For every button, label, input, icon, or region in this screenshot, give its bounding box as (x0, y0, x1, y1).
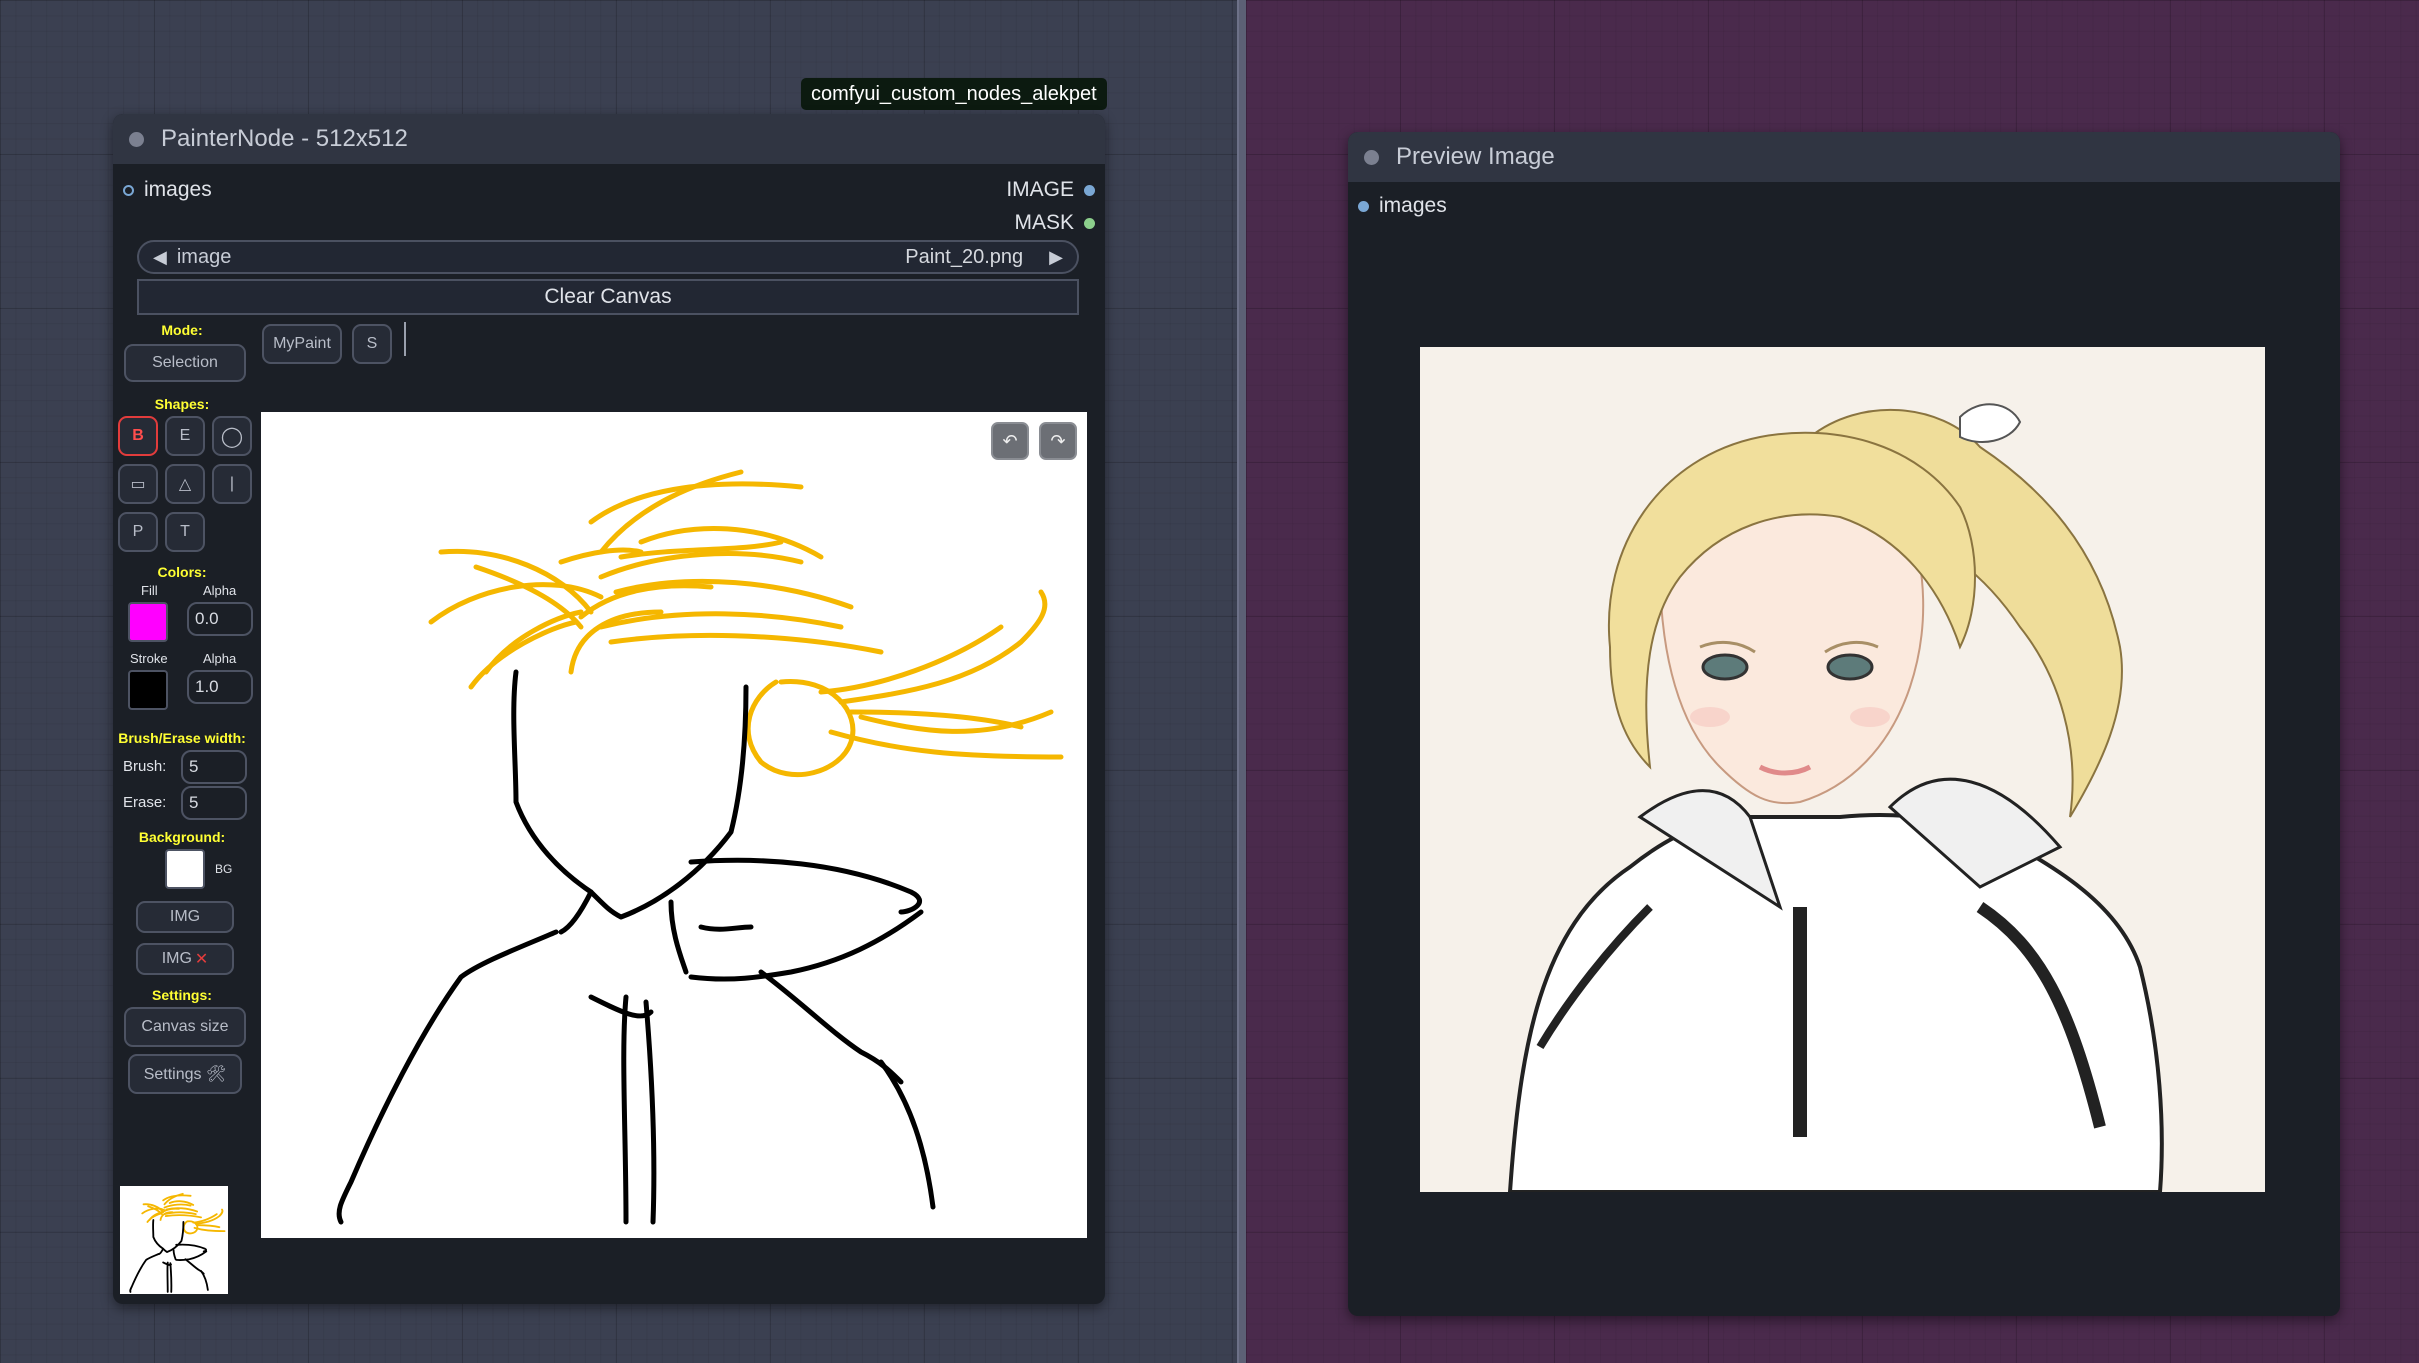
output-slot-dot[interactable] (1084, 184, 1095, 196)
combo-next-arrow[interactable]: ▶ (1049, 247, 1063, 268)
combo-label: image (176, 245, 232, 268)
settings-label: Settings: (152, 987, 212, 1003)
shape-triangle-button[interactable]: △ (165, 464, 205, 504)
stroke-alpha-label: Alpha (203, 651, 237, 666)
collapse-dot[interactable] (1364, 149, 1379, 165)
preview-image-node[interactable]: Preview Image images (1348, 132, 2340, 1316)
fill-alpha-label: Alpha (203, 583, 237, 598)
input-slot-images[interactable]: images (123, 178, 212, 202)
generated-portrait-image (1420, 347, 2265, 1194)
close-icon: ✕ (194, 951, 209, 968)
fill-alpha-input[interactable]: 0.0 (187, 602, 253, 636)
shape-path-button[interactable]: P (118, 512, 158, 552)
canvas-drawing (336, 469, 1064, 1225)
shape-circle-button[interactable]: ◯ (212, 416, 252, 456)
canvas-size-button[interactable]: Canvas size (124, 1007, 246, 1047)
combo-prev-arrow[interactable]: ◀ (153, 247, 167, 268)
mypaint-button[interactable]: MyPaint (262, 324, 342, 364)
remove-image-button[interactable]: IMG ✕ (136, 943, 234, 975)
image-combo-widget[interactable]: ◀ image Paint_20.png ▶ (137, 240, 1079, 274)
erase-width-input[interactable]: 5 (181, 786, 247, 820)
drawing-canvas[interactable]: ↶ ↷ (261, 412, 1087, 1238)
canvas-thumbnail (120, 1186, 228, 1294)
painter-node-header[interactable]: PainterNode - 512x512 (113, 114, 1105, 164)
clear-canvas-button[interactable]: Clear Canvas (137, 279, 1079, 315)
shapes-label: Shapes: (154, 396, 210, 412)
brush-width-input[interactable]: 5 (181, 750, 247, 784)
settings-button[interactable]: Settings 🛠 (128, 1054, 242, 1094)
output-slot-image[interactable]: IMAGE (1006, 178, 1095, 202)
shape-brush-button[interactable]: B (118, 416, 158, 456)
bg-label: BG (215, 862, 233, 876)
brush-width-label: Brush: (123, 758, 167, 775)
selection-mode-button[interactable]: Selection (124, 344, 246, 382)
generated-image (1420, 347, 2265, 1194)
toolbar-separator (404, 322, 406, 356)
combo-value: Paint_20.png (905, 245, 1024, 268)
undo-button[interactable]: ↶ (991, 422, 1029, 460)
redo-button[interactable]: ↷ (1039, 422, 1077, 460)
input-slot-dot[interactable] (123, 184, 134, 196)
mode-label: Mode: (161, 322, 203, 338)
output-slot-label: IMAGE (1006, 178, 1074, 201)
node-source-badge: comfyui_custom_nodes_alekpet (801, 78, 1107, 110)
input-slot-label: images (144, 178, 212, 201)
painter-node[interactable]: PainterNode - 512x512 images IMAGE MASK … (113, 114, 1105, 1304)
width-label: Brush/Erase width: (118, 730, 246, 746)
painter-node-title: PainterNode - 512x512 (161, 125, 408, 152)
colors-label: Colors: (157, 564, 207, 580)
output-slot-mask[interactable]: MASK (1014, 211, 1095, 235)
s-button[interactable]: S (352, 324, 392, 364)
stroke-label: Stroke (130, 651, 168, 666)
fill-label: Fill (141, 583, 158, 598)
preview-node-title: Preview Image (1396, 143, 1555, 170)
stroke-color-swatch[interactable] (128, 670, 168, 710)
input-slot-dot[interactable] (1358, 200, 1369, 212)
remove-image-label: IMG (161, 950, 192, 967)
input-slot-label: images (1379, 194, 1447, 217)
shape-text-button[interactable]: T (165, 512, 205, 552)
background-label: Background: (138, 829, 226, 845)
erase-width-label: Erase: (123, 794, 167, 811)
add-image-button[interactable]: IMG (136, 901, 234, 933)
stroke-alpha-input[interactable]: 1.0 (187, 670, 253, 704)
preview-node-header[interactable]: Preview Image (1348, 132, 2340, 182)
shape-rectangle-button[interactable]: ▭ (118, 464, 158, 504)
output-slot-dot[interactable] (1084, 217, 1095, 229)
panel-divider[interactable] (1237, 0, 1246, 1363)
shape-line-button[interactable]: | (212, 464, 252, 504)
fill-color-swatch[interactable] (128, 602, 168, 642)
collapse-dot[interactable] (129, 131, 144, 147)
thumbnail-drawing (129, 1192, 226, 1293)
background-color-swatch[interactable] (165, 849, 205, 889)
output-slot-label: MASK (1014, 211, 1074, 234)
shape-erase-button[interactable]: E (165, 416, 205, 456)
input-slot-images[interactable]: images (1358, 194, 1447, 218)
